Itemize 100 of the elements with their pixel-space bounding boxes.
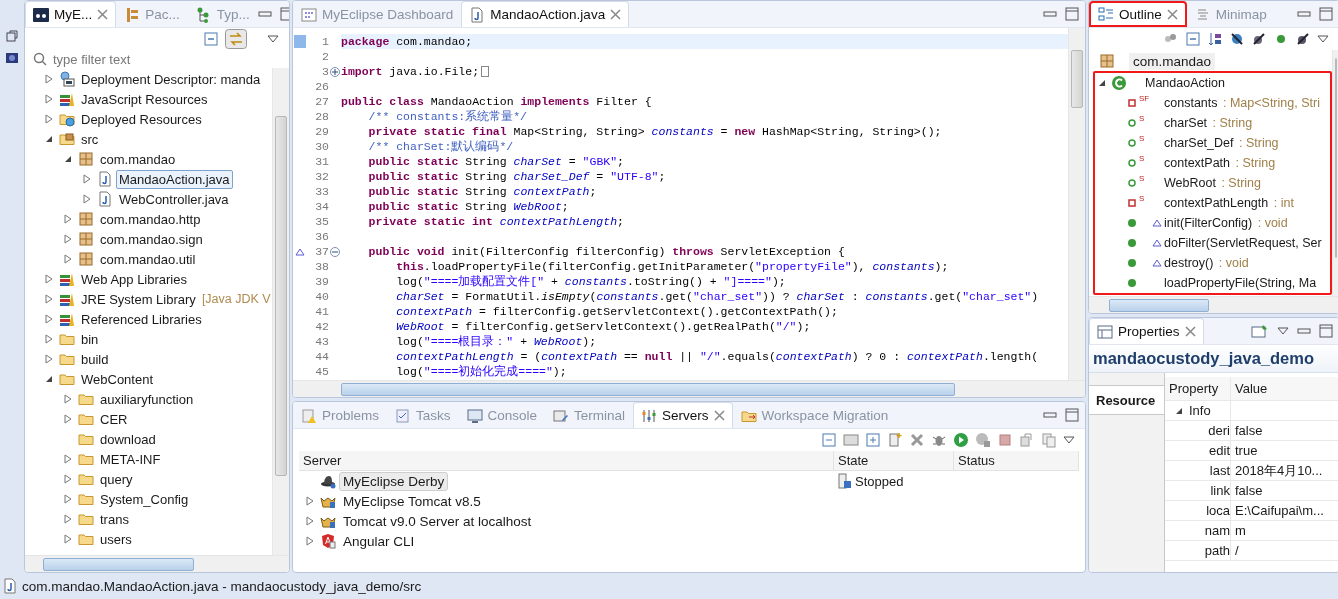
package-item[interactable]: com.mandao: [1129, 52, 1216, 70]
collapse-all-icon[interactable]: [1185, 31, 1201, 47]
expand-arrow-icon[interactable]: [83, 194, 91, 204]
maximize-icon[interactable]: [1319, 324, 1333, 338]
outline-item[interactable]: loadPropertyFile(String, Ma: [1164, 276, 1317, 290]
outline-item[interactable]: contextPath: [1164, 156, 1230, 170]
scrollbar[interactable]: [1068, 28, 1085, 380]
view-tab[interactable]: MandaoAction.java: [461, 1, 630, 27]
expand-arrow-icon[interactable]: [45, 94, 53, 104]
expand-arrow-icon[interactable]: [45, 74, 53, 84]
tree-item[interactable]: com.mandao.http: [97, 209, 204, 229]
tree-item[interactable]: src: [78, 129, 102, 149]
expand-arrow-icon[interactable]: [64, 254, 72, 264]
expand-arrow-icon[interactable]: [45, 314, 53, 324]
collapse-all-icon[interactable]: [821, 432, 837, 448]
outline-item[interactable]: contextPathLength: [1164, 196, 1269, 210]
close-icon[interactable]: [1166, 8, 1178, 20]
collapse-arrow-icon[interactable]: [45, 135, 53, 143]
hide-local-types-icon[interactable]: [1295, 31, 1311, 47]
tree-item[interactable]: bin: [78, 329, 102, 349]
tree-item[interactable]: WebContent: [78, 369, 157, 389]
link-editor-icon[interactable]: [225, 29, 247, 49]
view-tab[interactable]: Outline: [1089, 1, 1187, 27]
close-icon[interactable]: [610, 9, 622, 20]
tree-item[interactable]: trans: [97, 509, 132, 529]
expand-arrow-icon[interactable]: [306, 516, 314, 526]
outline-item[interactable]: WebRoot: [1164, 176, 1216, 190]
tree-item[interactable]: com.mandao: [97, 149, 179, 169]
sort-icon[interactable]: [1207, 31, 1223, 47]
publish-icon[interactable]: [1019, 432, 1035, 448]
server-item[interactable]: MyEclipse Tomcat v8.5: [339, 491, 485, 511]
collapse-arrow-icon[interactable]: [1098, 79, 1106, 87]
expand-arrow-icon[interactable]: [45, 354, 53, 364]
expand-all-icon[interactable]: [865, 432, 881, 448]
collapse-arrow-icon[interactable]: [64, 155, 72, 163]
expand-arrow-icon[interactable]: [64, 514, 72, 524]
expand-arrow-icon[interactable]: [45, 294, 53, 304]
tree-item[interactable]: query: [97, 469, 136, 489]
expand-arrow-icon[interactable]: [45, 274, 53, 284]
outline-item[interactable]: destroy(): [1164, 256, 1214, 270]
expand-arrow-icon[interactable]: [64, 454, 72, 464]
start-icon[interactable]: [953, 432, 969, 448]
expand-arrow-icon[interactable]: [64, 534, 72, 544]
tree-item[interactable]: Deployed Resources: [78, 109, 205, 129]
fold-collapse-icon[interactable]: [330, 246, 340, 257]
server-item[interactable]: Tomcat v9.0 Server at localhost: [339, 511, 536, 531]
section-tab[interactable]: Resource: [1089, 385, 1164, 415]
tree-item[interactable]: Referenced Libraries: [78, 309, 205, 329]
scrollbar[interactable]: [25, 555, 289, 572]
expand-arrow-icon[interactable]: [64, 494, 72, 504]
new-server-icon[interactable]: [887, 432, 903, 448]
tree-item[interactable]: Deployment Descriptor: manda: [78, 69, 264, 89]
hide-non-public-icon[interactable]: [1229, 31, 1245, 47]
minimize-icon[interactable]: [1043, 9, 1057, 19]
view-menu-icon[interactable]: [1317, 35, 1329, 43]
expand-arrow-icon[interactable]: [64, 414, 72, 424]
minimize-icon[interactable]: [257, 9, 272, 19]
outline-item[interactable]: constants: [1164, 96, 1218, 110]
tree-item[interactable]: com.mandao.sign: [97, 229, 206, 249]
expand-arrow-icon[interactable]: [306, 496, 314, 506]
view-menu-icon[interactable]: [267, 35, 279, 43]
maximize-icon[interactable]: [1065, 408, 1079, 422]
fold-expand-icon[interactable]: [330, 66, 340, 77]
hide-static-icon[interactable]: [1251, 31, 1267, 47]
delete-icon[interactable]: [909, 432, 925, 448]
tree-item[interactable]: System_Config: [97, 489, 192, 509]
tree-item[interactable]: JavaScript Resources: [78, 89, 211, 109]
stop-icon[interactable]: [997, 432, 1013, 448]
minimize-icon[interactable]: [1297, 9, 1311, 19]
tree-item[interactable]: build: [78, 349, 112, 369]
maximize-icon[interactable]: [1319, 7, 1333, 21]
view-menu-icon[interactable]: [1277, 327, 1289, 335]
tree-item[interactable]: MandaoAction.java: [116, 169, 233, 189]
view-tab[interactable]: MyE...: [25, 1, 117, 27]
scrollbar[interactable]: [293, 380, 1085, 397]
filter-field[interactable]: type filter text: [53, 51, 253, 67]
server-item[interactable]: Angular CLI: [339, 531, 419, 551]
outline-item[interactable]: MandaoAction: [1145, 76, 1225, 90]
expand-arrow-icon[interactable]: [83, 174, 91, 184]
expand-arrow-icon[interactable]: [64, 214, 72, 224]
clean-icon[interactable]: [1041, 432, 1057, 448]
scrollbar[interactable]: [1089, 296, 1338, 313]
expand-arrow-icon[interactable]: [64, 234, 72, 244]
outline-item[interactable]: charSet_Def: [1164, 136, 1234, 150]
tree-item[interactable]: download: [97, 429, 159, 449]
close-icon[interactable]: [97, 9, 109, 20]
collapse-arrow-icon[interactable]: [1175, 406, 1183, 415]
pin-icon[interactable]: [1251, 323, 1269, 339]
view-tab[interactable]: Properties: [1089, 318, 1204, 344]
maximize-icon[interactable]: [1065, 7, 1079, 21]
expand-arrow-icon[interactable]: [45, 114, 53, 124]
view-menu-icon[interactable]: [1063, 436, 1075, 444]
perspective-icon[interactable]: [6, 52, 18, 64]
expand-arrow-icon[interactable]: [306, 536, 314, 546]
minimize-icon[interactable]: [1043, 410, 1057, 420]
collapse-all-icon[interactable]: [203, 31, 219, 47]
restore-icon[interactable]: [6, 30, 18, 42]
outline-item[interactable]: doFilter(ServletRequest, Ser: [1164, 236, 1322, 250]
server-item[interactable]: MyEclipse Derby: [339, 471, 449, 491]
scrollbar[interactable]: [272, 68, 289, 555]
